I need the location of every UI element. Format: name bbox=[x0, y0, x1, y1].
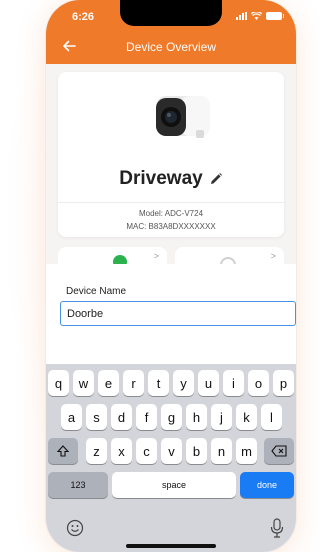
page-title: Device Overview bbox=[125, 40, 217, 54]
mac-text: MAC: B83A8DXXXXXXX bbox=[126, 222, 216, 231]
key-z[interactable]: z bbox=[86, 438, 107, 464]
backspace-key[interactable] bbox=[264, 438, 294, 464]
key-y[interactable]: y bbox=[173, 370, 194, 396]
phone-frame: 6:26 Device Overview Driveway Model: ADC… bbox=[46, 0, 296, 552]
key-i[interactable]: i bbox=[223, 370, 244, 396]
key-q[interactable]: q bbox=[48, 370, 69, 396]
key-b[interactable]: b bbox=[186, 438, 207, 464]
key-f[interactable]: f bbox=[136, 404, 157, 430]
done-key[interactable]: done bbox=[240, 472, 294, 498]
device-card: Driveway Model: ADC-V724 MAC: B83A8DXXXX… bbox=[58, 72, 284, 237]
shift-icon bbox=[57, 445, 69, 457]
key-o[interactable]: o bbox=[248, 370, 269, 396]
key-x[interactable]: x bbox=[111, 438, 132, 464]
key-w[interactable]: w bbox=[73, 370, 94, 396]
wifi-icon bbox=[251, 12, 262, 20]
key-c[interactable]: c bbox=[136, 438, 157, 464]
key-v[interactable]: v bbox=[161, 438, 182, 464]
model-text: Model: ADC-V724 bbox=[138, 209, 204, 218]
space-key[interactable]: space bbox=[112, 472, 236, 498]
card-divider bbox=[58, 202, 284, 203]
key-g[interactable]: g bbox=[161, 404, 182, 430]
home-indicator bbox=[126, 544, 216, 548]
key-e[interactable]: e bbox=[98, 370, 119, 396]
signal-icon bbox=[236, 12, 247, 20]
edit-panel: Device Name bbox=[46, 264, 296, 364]
mic-icon[interactable] bbox=[270, 518, 284, 538]
key-s[interactable]: s bbox=[86, 404, 107, 430]
device-name-label: Device Name bbox=[66, 286, 127, 297]
camera-image bbox=[156, 96, 210, 138]
key-n[interactable]: n bbox=[211, 438, 232, 464]
key-p[interactable]: p bbox=[273, 370, 294, 396]
emoji-icon[interactable] bbox=[66, 519, 84, 537]
edit-sheet: Device Name q w e r t y u i o p a s d f … bbox=[46, 264, 296, 552]
device-name-row: Driveway bbox=[58, 168, 284, 190]
status-bar: 6:26 bbox=[46, 0, 296, 30]
key-d[interactable]: d bbox=[111, 404, 132, 430]
key-l[interactable]: l bbox=[261, 404, 282, 430]
key-u[interactable]: u bbox=[198, 370, 219, 396]
chevron-right-icon: > bbox=[153, 251, 159, 261]
keyboard: q w e r t y u i o p a s d f g h j k l z … bbox=[46, 364, 296, 552]
key-r[interactable]: r bbox=[123, 370, 144, 396]
battery-icon bbox=[266, 12, 284, 20]
key-k[interactable]: k bbox=[236, 404, 257, 430]
backspace-icon bbox=[271, 445, 287, 457]
key-a[interactable]: a bbox=[61, 404, 82, 430]
notch bbox=[120, 0, 222, 26]
device-name-input[interactable] bbox=[60, 301, 296, 326]
status-icons bbox=[236, 12, 284, 20]
key-t[interactable]: t bbox=[148, 370, 169, 396]
device-name: Driveway bbox=[119, 168, 203, 189]
numbers-key[interactable]: 123 bbox=[48, 472, 108, 498]
key-h[interactable]: h bbox=[186, 404, 207, 430]
pencil-icon[interactable] bbox=[209, 172, 223, 186]
chevron-right-icon: > bbox=[270, 251, 276, 261]
status-time: 6:26 bbox=[72, 11, 95, 23]
key-j[interactable]: j bbox=[211, 404, 232, 430]
shift-key[interactable] bbox=[48, 438, 78, 464]
nav-bar: Device Overview bbox=[46, 30, 296, 64]
key-m[interactable]: m bbox=[236, 438, 257, 464]
